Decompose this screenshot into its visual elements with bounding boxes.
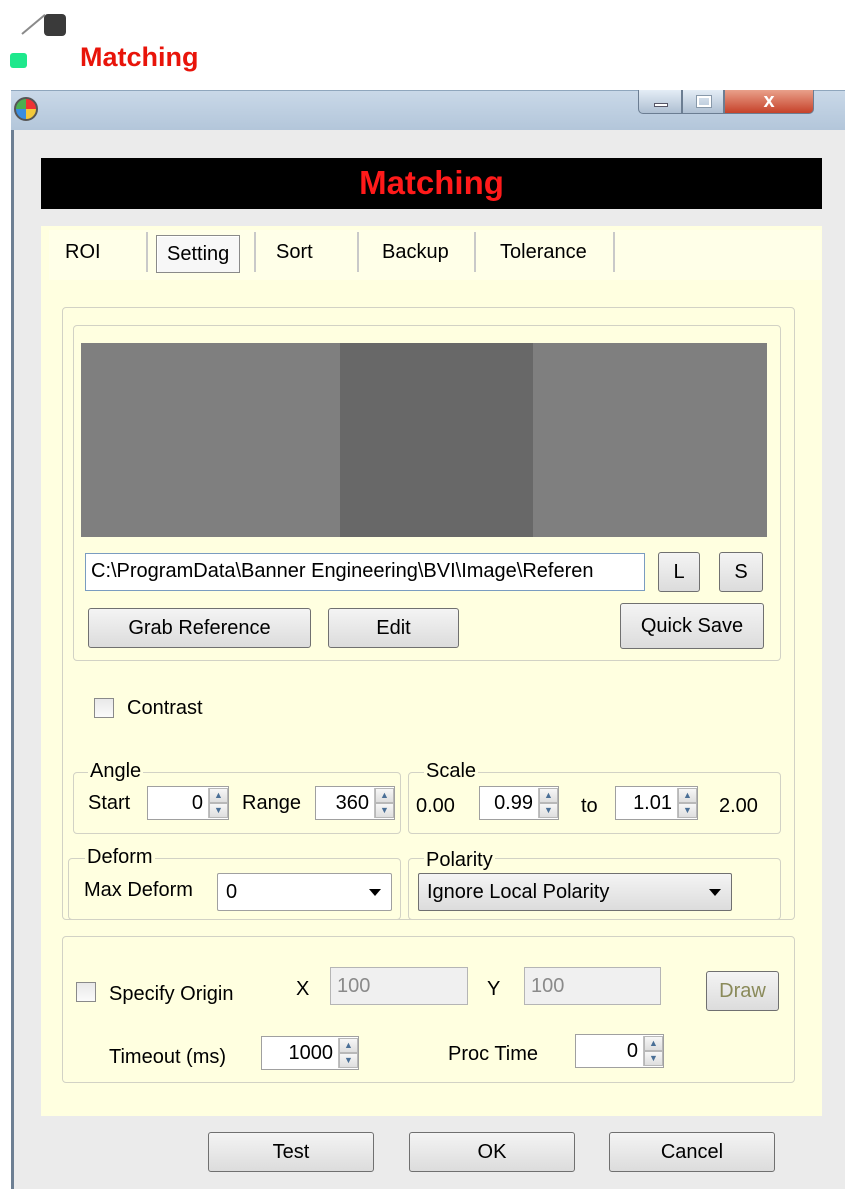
polarity-value: Ignore Local Polarity (427, 881, 610, 903)
banner: Matching (41, 158, 822, 209)
scale-to-stepper[interactable]: 1.01 ▲ ▼ (615, 786, 698, 820)
stepper-up-icon[interactable]: ▲ (209, 788, 228, 803)
timeout-label: Timeout (ms) (109, 1046, 227, 1068)
stepper-up-icon[interactable]: ▲ (539, 788, 558, 803)
stepper-arrows[interactable]: ▲ ▼ (677, 788, 697, 818)
polarity-select[interactable]: Ignore Local Polarity (418, 873, 732, 911)
proc-time-value: 0 (626, 1040, 638, 1062)
angle-range-stepper[interactable]: 360 ▲ ▼ (315, 786, 395, 820)
stepper-arrows[interactable]: ▲ ▼ (538, 788, 558, 818)
contrast-checkbox[interactable] (94, 698, 114, 718)
specify-origin-checkbox[interactable] (76, 982, 96, 1002)
cancel-button[interactable]: Cancel (609, 1132, 775, 1172)
stepper-down-icon[interactable]: ▼ (339, 1053, 358, 1068)
tab-divider (474, 232, 476, 272)
stepper-up-icon[interactable]: ▲ (339, 1038, 358, 1053)
timeout-stepper[interactable]: 1000 ▲ ▼ (261, 1036, 359, 1070)
ok-button[interactable]: OK (409, 1132, 575, 1172)
scale-min-label: 0.00 (416, 795, 455, 817)
origin-x-label: X (296, 978, 310, 1000)
proc-time-stepper[interactable]: 0 ▲ ▼ (575, 1034, 664, 1068)
scale-to-label: to (581, 795, 598, 817)
close-icon: x (763, 90, 775, 112)
contrast-label: Contrast (127, 697, 203, 719)
stepper-down-icon[interactable]: ▼ (678, 803, 697, 818)
load-reference-button[interactable]: L (658, 552, 700, 592)
angle-start-stepper[interactable]: 0 ▲ ▼ (147, 786, 229, 820)
origin-y-label: Y (487, 978, 501, 1000)
tab-divider (146, 232, 148, 272)
angle-range-value: 360 (335, 792, 369, 814)
angle-start-label: Start (88, 792, 131, 814)
tab-setting[interactable]: Setting (156, 235, 241, 273)
tab-divider (254, 232, 256, 272)
specify-origin-label: Specify Origin (109, 983, 234, 1005)
tab-divider (357, 232, 359, 272)
scale-group-label: Scale (424, 760, 479, 782)
stepper-arrows[interactable]: ▲ ▼ (643, 1036, 663, 1066)
node-icon (44, 14, 66, 36)
scale-to-value: 1.01 (633, 792, 672, 814)
quick-save-button[interactable]: Quick Save (620, 603, 764, 649)
dropdown-arrow-icon (709, 889, 721, 896)
node-green-icon (10, 53, 27, 68)
maximize-button[interactable] (682, 90, 724, 114)
scale-from-stepper[interactable]: 0.99 ▲ ▼ (479, 786, 559, 820)
stepper-down-icon[interactable]: ▼ (375, 803, 394, 818)
tab-divider (613, 232, 615, 272)
edit-button[interactable]: Edit (328, 608, 459, 648)
origin-y-field[interactable]: 100 (524, 967, 661, 1005)
save-reference-button[interactable]: S (719, 552, 763, 592)
test-button[interactable]: Test (208, 1132, 374, 1172)
grab-reference-button[interactable]: Grab Reference (88, 608, 311, 648)
angle-range-label: Range (242, 792, 301, 814)
stepper-arrows[interactable]: ▲ ▼ (374, 788, 394, 818)
stepper-down-icon[interactable]: ▼ (209, 803, 228, 818)
max-deform-label: Max Deform (84, 879, 193, 901)
timeout-value: 1000 (288, 1042, 334, 1064)
deform-group-label: Deform (85, 846, 155, 868)
minimize-button[interactable] (638, 90, 682, 114)
proc-time-label: Proc Time (448, 1043, 539, 1065)
doc-title: Matching (80, 42, 199, 72)
reference-path-field[interactable]: C:\ProgramData\Banner Engineering\BVI\Im… (85, 553, 645, 591)
reference-image-preview (81, 343, 767, 537)
tab-backup[interactable]: Backup (372, 232, 459, 272)
origin-x-field[interactable]: 100 (330, 967, 468, 1005)
tab-roi[interactable]: ROI (55, 232, 111, 272)
max-deform-select[interactable]: 0 (217, 873, 392, 911)
scale-from-value: 0.99 (494, 792, 533, 814)
stepper-up-icon[interactable]: ▲ (678, 788, 697, 803)
preview-center-region (340, 343, 533, 537)
angle-start-value: 0 (191, 792, 203, 814)
stepper-down-icon[interactable]: ▼ (644, 1051, 663, 1066)
tab-sort[interactable]: Sort (266, 232, 323, 272)
app-icon[interactable] (14, 97, 38, 121)
dropdown-arrow-icon (369, 889, 381, 896)
stepper-up-icon[interactable]: ▲ (375, 788, 394, 803)
max-deform-value: 0 (226, 881, 238, 903)
close-button[interactable]: x (724, 90, 814, 114)
scale-max-label: 2.00 (719, 795, 758, 817)
polarity-group-label: Polarity (424, 849, 495, 871)
tab-tolerance[interactable]: Tolerance (490, 232, 597, 272)
stepper-down-icon[interactable]: ▼ (539, 803, 558, 818)
stepper-arrows[interactable]: ▲ ▼ (208, 788, 228, 818)
minimize-icon (654, 103, 668, 107)
stepper-arrows[interactable]: ▲ ▼ (338, 1038, 358, 1068)
maximize-icon (696, 95, 712, 108)
stepper-up-icon[interactable]: ▲ (644, 1036, 663, 1051)
banner-title: Matching (359, 164, 504, 201)
connector-line-icon (21, 13, 46, 35)
angle-group-label: Angle (88, 760, 144, 782)
draw-button[interactable]: Draw (706, 971, 779, 1011)
